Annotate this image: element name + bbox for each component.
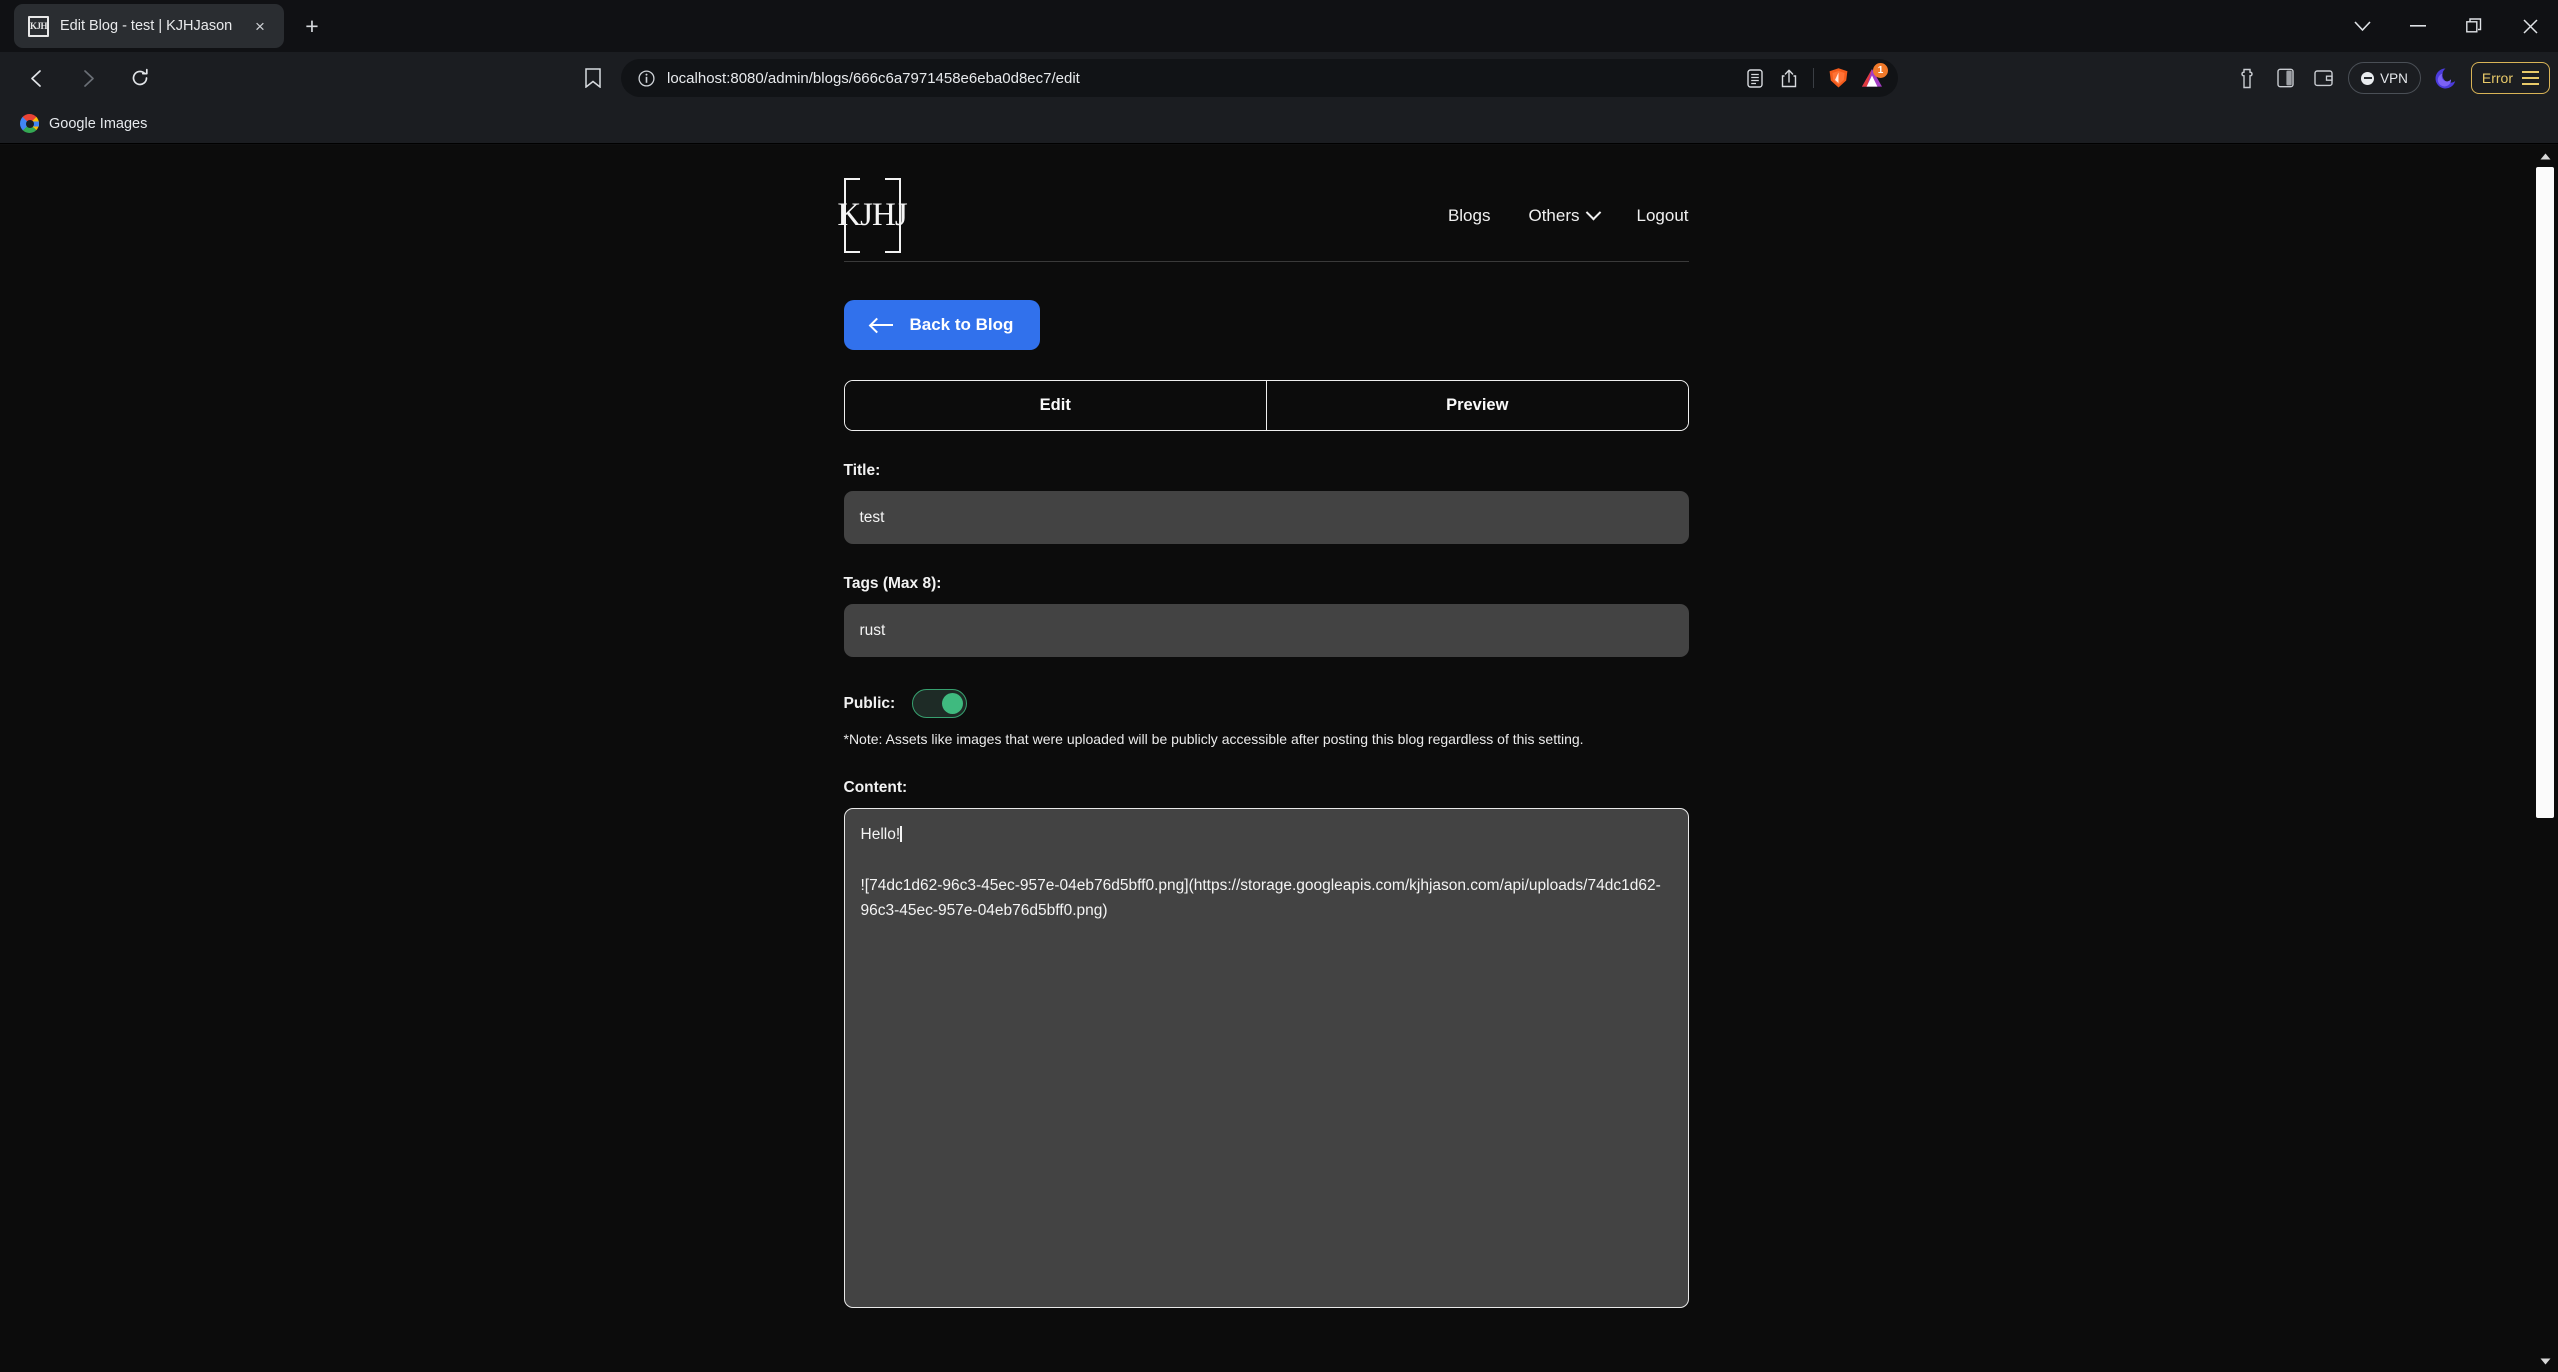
tags-field-group: Tags (Max 8): rust — [843, 575, 1689, 657]
notification-badge: 1 — [1873, 63, 1888, 78]
back-to-blog-label: Back to Blog — [909, 315, 1014, 334]
bookmark-label: Google Images — [49, 115, 148, 132]
forward-icon[interactable] — [68, 58, 108, 98]
back-to-blog-button[interactable]: Back to Blog — [843, 300, 1041, 350]
tab-edit[interactable]: Edit — [844, 381, 1266, 430]
omnibox-actions: 1 — [1739, 62, 1888, 94]
text-cursor — [900, 826, 902, 843]
brave-leo-icon[interactable] — [2429, 61, 2463, 95]
web-page: KJHJ Blogs Others Logout Back to Blog Ed… — [0, 145, 2532, 1372]
title-input[interactable]: test — [843, 491, 1689, 544]
brave-rewards-icon[interactable]: 1 — [1856, 62, 1888, 94]
scrollbar-thumb[interactable] — [2536, 167, 2554, 818]
title-label: Title: — [843, 462, 881, 479]
url-text[interactable]: localhost:8080/admin/blogs/666c6a7971458… — [667, 70, 1727, 87]
error-label: Error — [2481, 70, 2513, 86]
extensions-puzzle-icon[interactable] — [2230, 61, 2264, 95]
scrollbar-track[interactable] — [2532, 167, 2558, 1350]
arrow-left-icon — [870, 317, 893, 333]
toolbar-divider — [1813, 68, 1814, 88]
tab-title: Edit Blog - test | KJHJason — [60, 18, 233, 34]
close-tab-icon[interactable]: × — [248, 14, 272, 38]
hamburger-icon — [2522, 71, 2539, 85]
sidebar-toggle-icon[interactable] — [2268, 61, 2302, 95]
content-textarea[interactable]: Hello! ![74dc1d62-96c3-45ec-957e-04eb76d… — [843, 808, 1689, 1309]
nav-item-others[interactable]: Others — [1528, 204, 1601, 226]
reload-icon[interactable] — [120, 58, 160, 98]
nav-label-logout: Logout — [1636, 205, 1689, 225]
content-label: Content: — [843, 779, 908, 797]
nav-label-blogs: Blogs — [1447, 205, 1491, 225]
back-icon[interactable] — [16, 58, 56, 98]
bookmark-item-google-images[interactable]: Google Images — [10, 110, 157, 137]
nav-item-blogs[interactable]: Blogs — [1448, 206, 1491, 226]
favicon-kjh-icon: KJH — [28, 15, 49, 37]
favicon-label: KJH — [28, 15, 49, 37]
scroll-down-icon[interactable] — [2532, 1350, 2558, 1372]
window-controls — [2334, 0, 2558, 52]
title-field-group: Title: test — [843, 462, 1689, 544]
tab-preview[interactable]: Preview — [1266, 381, 1688, 430]
nav-label-others: Others — [1528, 205, 1580, 225]
google-icon — [20, 114, 39, 133]
address-bar[interactable]: localhost:8080/admin/blogs/666c6a7971458… — [621, 59, 1898, 97]
extensions-area: VPN Error — [2230, 61, 2550, 95]
bookmarks-bar: Google Images — [0, 104, 2558, 144]
page-container: KJHJ Blogs Others Logout Back to Blog Ed… — [837, 145, 1689, 1309]
public-note: *Note: Assets like images that were uplo… — [843, 731, 1584, 747]
tags-input[interactable]: rust — [843, 604, 1689, 657]
site-info-icon[interactable] — [637, 69, 655, 87]
public-label: Public: — [843, 694, 896, 712]
tab-search-icon[interactable] — [2334, 0, 2390, 52]
minimize-icon[interactable] — [2390, 0, 2446, 52]
tab-strip: KJH Edit Blog - test | KJHJason × + — [0, 0, 2558, 52]
public-toggle[interactable] — [912, 689, 968, 718]
browser-toolbar: localhost:8080/admin/blogs/666c6a7971458… — [0, 52, 2558, 104]
share-icon[interactable] — [1773, 62, 1805, 94]
site-header: KJHJ Blogs Others Logout — [837, 178, 1689, 262]
browser-window: KJH Edit Blog - test | KJHJason × + loca… — [0, 0, 2558, 1372]
close-window-icon[interactable] — [2502, 0, 2558, 52]
vpn-label: VPN — [2380, 70, 2408, 86]
reading-list-icon[interactable] — [1739, 62, 1771, 94]
omnibox-area: localhost:8080/admin/blogs/666c6a7971458… — [575, 59, 1898, 97]
wallet-icon[interactable] — [2306, 61, 2340, 95]
toggle-knob — [942, 692, 964, 714]
vpn-status-icon — [2361, 71, 2375, 85]
new-tab-button[interactable]: + — [294, 8, 330, 44]
logo-text: KJHJ — [837, 197, 907, 233]
page-viewport: KJHJ Blogs Others Logout Back to Blog Ed… — [0, 145, 2558, 1372]
page-scrollbar[interactable] — [2532, 145, 2558, 1372]
brave-shields-icon[interactable] — [1822, 62, 1854, 94]
bookmark-icon[interactable] — [575, 60, 611, 96]
vpn-button[interactable]: VPN — [2348, 62, 2421, 94]
site-logo-icon[interactable]: KJHJ — [837, 178, 908, 253]
content-text: Hello! ![74dc1d62-96c3-45ec-957e-04eb76d… — [860, 826, 1661, 920]
scroll-up-icon[interactable] — [2532, 145, 2558, 167]
error-menu-button[interactable]: Error — [2470, 62, 2550, 94]
chevron-down-icon — [1585, 204, 1601, 221]
nav-item-logout[interactable]: Logout — [1637, 206, 1689, 226]
public-toggle-row: Public: — [844, 689, 1689, 718]
content-field-group: Content: Hello! ![74dc1d62-96c3-45ec-957… — [843, 779, 1689, 1309]
tags-label: Tags (Max 8): — [843, 575, 942, 592]
browser-tab[interactable]: KJH Edit Blog - test | KJHJason × — [14, 4, 284, 48]
restore-icon[interactable] — [2446, 0, 2502, 52]
site-nav: Blogs Others Logout — [1448, 204, 1689, 226]
editor-tabs: Edit Preview — [843, 380, 1689, 431]
